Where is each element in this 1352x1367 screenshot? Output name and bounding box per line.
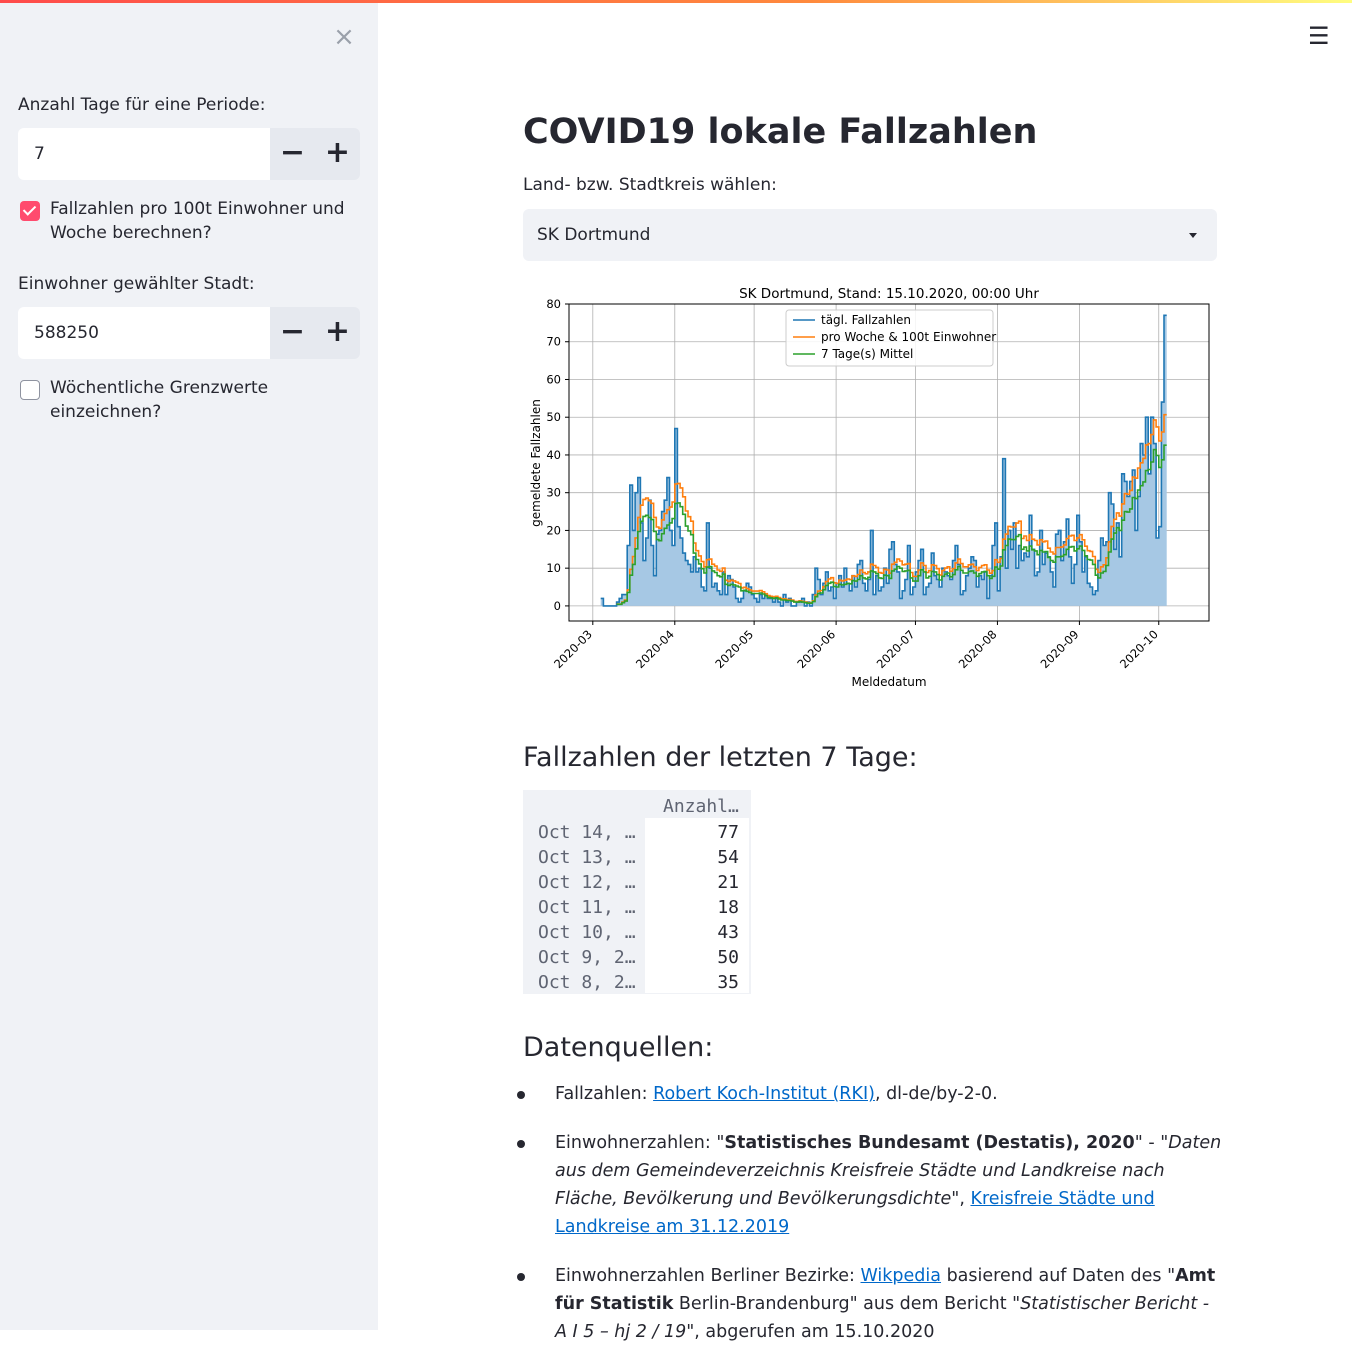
chart-title: SK Dortmund, Stand: 15.10.2020, 00:00 Uh…: [739, 286, 1039, 302]
thresholds-label[interactable]: Wöchentliche Grenzwerte einzeichnen?: [50, 376, 350, 424]
page-title: COVID19 lokale Fallzahlen: [523, 112, 1038, 152]
x-tick-label: 2020-06: [794, 627, 838, 671]
table-row: Oct 8, 2… 35: [538, 972, 739, 993]
x-axis-label: Meldedatum: [851, 675, 926, 689]
x-tick-label: 2020-05: [712, 627, 756, 671]
population-increment-button[interactable]: +: [315, 307, 360, 359]
thresholds-checkbox[interactable]: [20, 380, 40, 400]
y-axis: 0 10 20 30 40 50 60 70 80: [546, 297, 569, 613]
legend-label-per100k: pro Woche & 100t Einwohner: [821, 330, 996, 344]
legend-label-daily: tägl. Fallzahlen: [821, 313, 911, 327]
table-row: Oct 12, … 21: [538, 872, 739, 893]
chevron-down-icon: [1189, 233, 1197, 238]
x-tick-label: 2020-10: [1117, 627, 1161, 671]
population-label: Einwohner gewählter Stadt:: [18, 274, 255, 294]
chart-legend: tägl. Fallzahlen pro Woche & 100t Einwoh…: [785, 309, 996, 367]
table-row: Oct 14, … 77: [538, 822, 739, 843]
cases-chart: SK Dortmund, Stand: 15.10.2020, 00:00 Uh…: [529, 286, 1210, 689]
y-tick-label: 60: [546, 372, 561, 386]
cases-table[interactable]: Anzahl… Oct 14, … 77 Oct 13, … 54 Oct 12, …: [523, 790, 751, 994]
hamburger-menu-icon[interactable]: ☰: [1308, 22, 1330, 50]
period-increment-button[interactable]: +: [315, 128, 360, 180]
table-row: Oct 10, … 43: [538, 922, 739, 943]
population-decrement-button[interactable]: −: [270, 307, 315, 359]
period-input[interactable]: 7: [18, 128, 270, 180]
table-row: Oct 13, … 54: [538, 847, 739, 868]
table-column-header[interactable]: Anzahl…: [663, 796, 743, 817]
y-tick-label: 20: [546, 523, 561, 537]
wikipedia-link[interactable]: Wikpedia: [861, 1266, 942, 1286]
y-tick-label: 70: [546, 335, 561, 349]
sidebar: × Anzahl Tage für eine Periode: 7 − + Fa…: [0, 3, 378, 1330]
x-tick-label: 2020-09: [1038, 627, 1082, 671]
per100k-checkbox[interactable]: [20, 201, 40, 221]
y-tick-label: 40: [546, 448, 561, 462]
x-tick-label: 2020-08: [956, 627, 1000, 671]
x-tick-label: 2020-07: [874, 627, 918, 671]
sources-list: Fallzahlen: Robert Koch-Institut (RKI), …: [517, 1080, 1223, 1367]
sources-title: Datenquellen:: [523, 1032, 714, 1063]
close-icon[interactable]: ×: [332, 24, 356, 50]
table-title: Fallzahlen der letzten 7 Tage:: [523, 742, 918, 773]
rki-link[interactable]: Robert Koch-Institut (RKI): [653, 1084, 875, 1104]
select-label: Land- bzw. Stadtkreis wählen:: [523, 175, 777, 195]
legend-label-mean: 7 Tage(s) Mittel: [821, 347, 913, 361]
y-tick-label: 80: [546, 297, 561, 311]
population-number-input: 588250 − +: [18, 307, 360, 359]
y-tick-label: 10: [546, 561, 561, 575]
list-item: Einwohnerzahlen: "Statistisches Bundesam…: [517, 1129, 1223, 1241]
y-tick-label: 0: [554, 599, 561, 613]
y-axis-label: gemeldete Fallzahlen: [529, 399, 543, 527]
x-tick-label: 2020-03: [551, 627, 595, 671]
y-tick-label: 30: [546, 486, 561, 500]
x-tick-label: 2020-04: [633, 627, 677, 671]
district-select[interactable]: SK Dortmund: [523, 209, 1217, 261]
x-axis: 2020-03 2020-04 2020-05 2020-06 2020-07 2020-…: [551, 621, 1161, 671]
per100k-label[interactable]: Fallzahlen pro 100t Einwohner und Woche …: [50, 197, 350, 245]
population-input[interactable]: 588250: [18, 307, 270, 359]
list-item: Fallzahlen: Robert Koch-Institut (RKI), …: [517, 1080, 1223, 1108]
district-select-value: SK Dortmund: [537, 225, 651, 245]
period-label: Anzahl Tage für eine Periode:: [18, 95, 266, 115]
y-tick-label: 50: [546, 410, 561, 424]
table-row: Oct 11, … 18: [538, 897, 739, 918]
period-decrement-button[interactable]: −: [270, 128, 315, 180]
table-row: Oct 9, 2… 50: [538, 947, 739, 968]
period-number-input: 7 − +: [18, 128, 360, 180]
list-item: Einwohnerzahlen Berliner Bezirke: Wikped…: [517, 1262, 1223, 1346]
